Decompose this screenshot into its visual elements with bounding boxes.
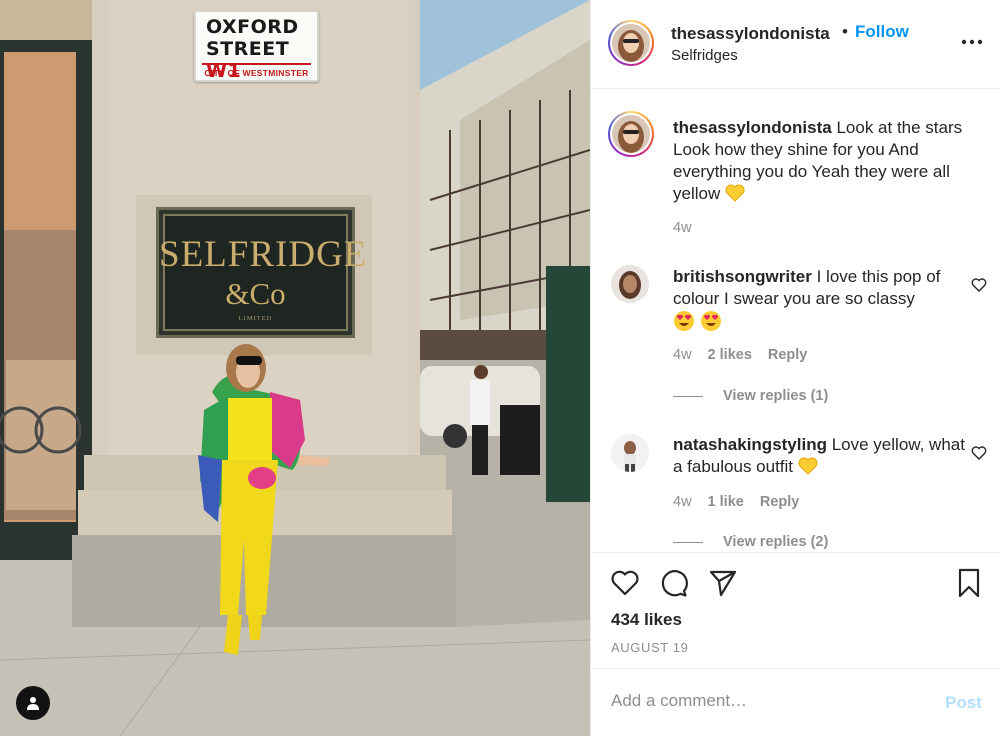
comment-age: 4w [673, 494, 692, 510]
replies-divider [673, 395, 703, 397]
comment-age: 4w [673, 347, 692, 363]
person-icon [27, 697, 39, 710]
like-comment-heart-icon[interactable] [971, 445, 987, 461]
oxford-street-sign: OXFORD STREET W1 CITY OF WESTMINSTER [194, 10, 319, 82]
more-options-icon[interactable] [957, 30, 987, 54]
reply-button[interactable]: Reply [768, 347, 808, 363]
comment-avatar[interactable] [611, 434, 649, 472]
replies-divider [673, 541, 703, 543]
share-icon[interactable] [707, 567, 739, 599]
heart-eyes-emoji-icon [700, 311, 721, 331]
view-replies-label: View replies (2) [723, 534, 829, 550]
plaque-line2: &Co [225, 276, 286, 311]
comment-meta: 4w 1 like Reply [673, 494, 799, 510]
comment-username[interactable]: natashakingstyling [673, 435, 827, 454]
view-replies-button[interactable]: View replies (1) [673, 388, 828, 404]
post-date[interactable]: AUGUST 19 [611, 640, 688, 655]
comment-input[interactable] [611, 691, 911, 711]
post-side-panel: thesassylondonista • Follow Selfridges t… [590, 0, 1000, 736]
comment-meta: 4w 2 likes Reply [673, 347, 807, 363]
street-sign-line3: CITY OF WESTMINSTER [204, 68, 309, 78]
header-separator: • [842, 22, 848, 41]
caption-text: thesassylondonista Look at the stars Loo… [673, 117, 973, 205]
user-tags-button[interactable] [16, 686, 50, 720]
view-replies-button[interactable]: View replies (2) [673, 534, 828, 550]
post-comment-button[interactable]: Post [945, 693, 982, 713]
author-avatar[interactable] [608, 20, 654, 66]
bookmark-icon[interactable] [953, 567, 985, 599]
post-header: thesassylondonista • Follow Selfridges [591, 0, 1000, 89]
comment-text: britishsongwriter I love this pop of col… [673, 266, 973, 335]
plaque-line3: LIMITED [238, 315, 273, 322]
follow-button[interactable]: Follow [855, 22, 909, 42]
add-comment-bar: Post [591, 668, 1000, 736]
comment-text: natashakingstyling Love yellow, what a f… [673, 434, 973, 478]
heart-icon[interactable] [609, 567, 641, 599]
selfridge-plaque: SELFRIDGE &Co LIMITED [156, 207, 368, 338]
comment-likes[interactable]: 1 like [708, 494, 744, 510]
photo-scene [0, 0, 590, 736]
like-comment-heart-icon[interactable] [971, 277, 987, 293]
heart-eyes-emoji-icon [674, 311, 694, 331]
yellow-heart-icon [798, 457, 818, 475]
reply-button[interactable]: Reply [760, 494, 800, 510]
plaque-line1: SELFRIDGE [159, 234, 368, 275]
caption-meta: 4w [673, 220, 692, 236]
comment-username[interactable]: britishsongwriter [673, 267, 812, 286]
caption-author-avatar[interactable] [608, 111, 654, 157]
comments-list[interactable]: thesassylondonista Look at the stars Loo… [591, 90, 1000, 552]
likes-count[interactable]: 434 likes [611, 610, 682, 630]
post-photo[interactable]: OXFORD STREET W1 CITY OF WESTMINSTER SEL… [0, 0, 590, 736]
comment-avatar[interactable] [611, 265, 649, 303]
yellow-heart-icon [725, 184, 745, 202]
post-location[interactable]: Selfridges [671, 47, 738, 64]
caption-username[interactable]: thesassylondonista [673, 118, 832, 137]
caption-age: 4w [673, 220, 692, 236]
comment-icon[interactable] [658, 567, 690, 599]
street-sign-rule [202, 63, 311, 65]
comment-likes[interactable]: 2 likes [708, 347, 752, 363]
street-sign-line1: OXFORD [206, 16, 299, 38]
post-actions: 434 likes AUGUST 19 [591, 552, 1000, 668]
view-replies-label: View replies (1) [723, 388, 829, 404]
author-username[interactable]: thesassylondonista [671, 24, 830, 44]
street-sign-street: STREET [206, 38, 290, 60]
